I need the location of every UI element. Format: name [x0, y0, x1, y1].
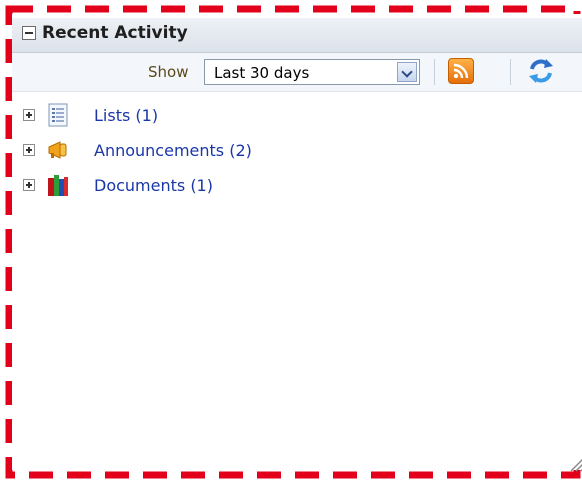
collapse-icon[interactable] — [22, 26, 36, 40]
list-icon — [46, 103, 70, 127]
resize-handle[interactable] — [568, 454, 582, 472]
rss-feed-icon[interactable] — [448, 58, 474, 84]
books-icon — [46, 173, 70, 197]
list-item-link[interactable]: Documents (1) — [94, 176, 213, 195]
expand-icon[interactable] — [23, 179, 35, 191]
webpart-title: Recent Activity — [42, 23, 188, 43]
refresh-icon[interactable] — [526, 57, 556, 85]
webpart-header: Recent Activity — [12, 18, 582, 53]
expand-icon[interactable] — [23, 144, 35, 156]
toolbar-divider — [510, 59, 511, 85]
show-label: Show — [148, 63, 189, 81]
list-item: Documents (1) — [12, 172, 412, 200]
date-range-select[interactable]: Last 30 days — [204, 59, 420, 85]
date-range-value: Last 30 days — [214, 64, 310, 82]
list-item: Announcements (2) — [12, 137, 412, 165]
list-item-link[interactable]: Lists (1) — [94, 106, 158, 125]
megaphone-icon — [46, 138, 70, 162]
recent-activity-webpart: Recent Activity Show Last 30 days Lists … — [12, 14, 582, 472]
webpart-toolbar: Show Last 30 days — [12, 53, 582, 92]
expand-icon[interactable] — [23, 109, 35, 121]
list-item-link[interactable]: Announcements (2) — [94, 141, 252, 160]
toolbar-divider — [434, 59, 435, 85]
list-item: Lists (1) — [12, 102, 412, 130]
chevron-down-icon[interactable] — [397, 62, 417, 82]
